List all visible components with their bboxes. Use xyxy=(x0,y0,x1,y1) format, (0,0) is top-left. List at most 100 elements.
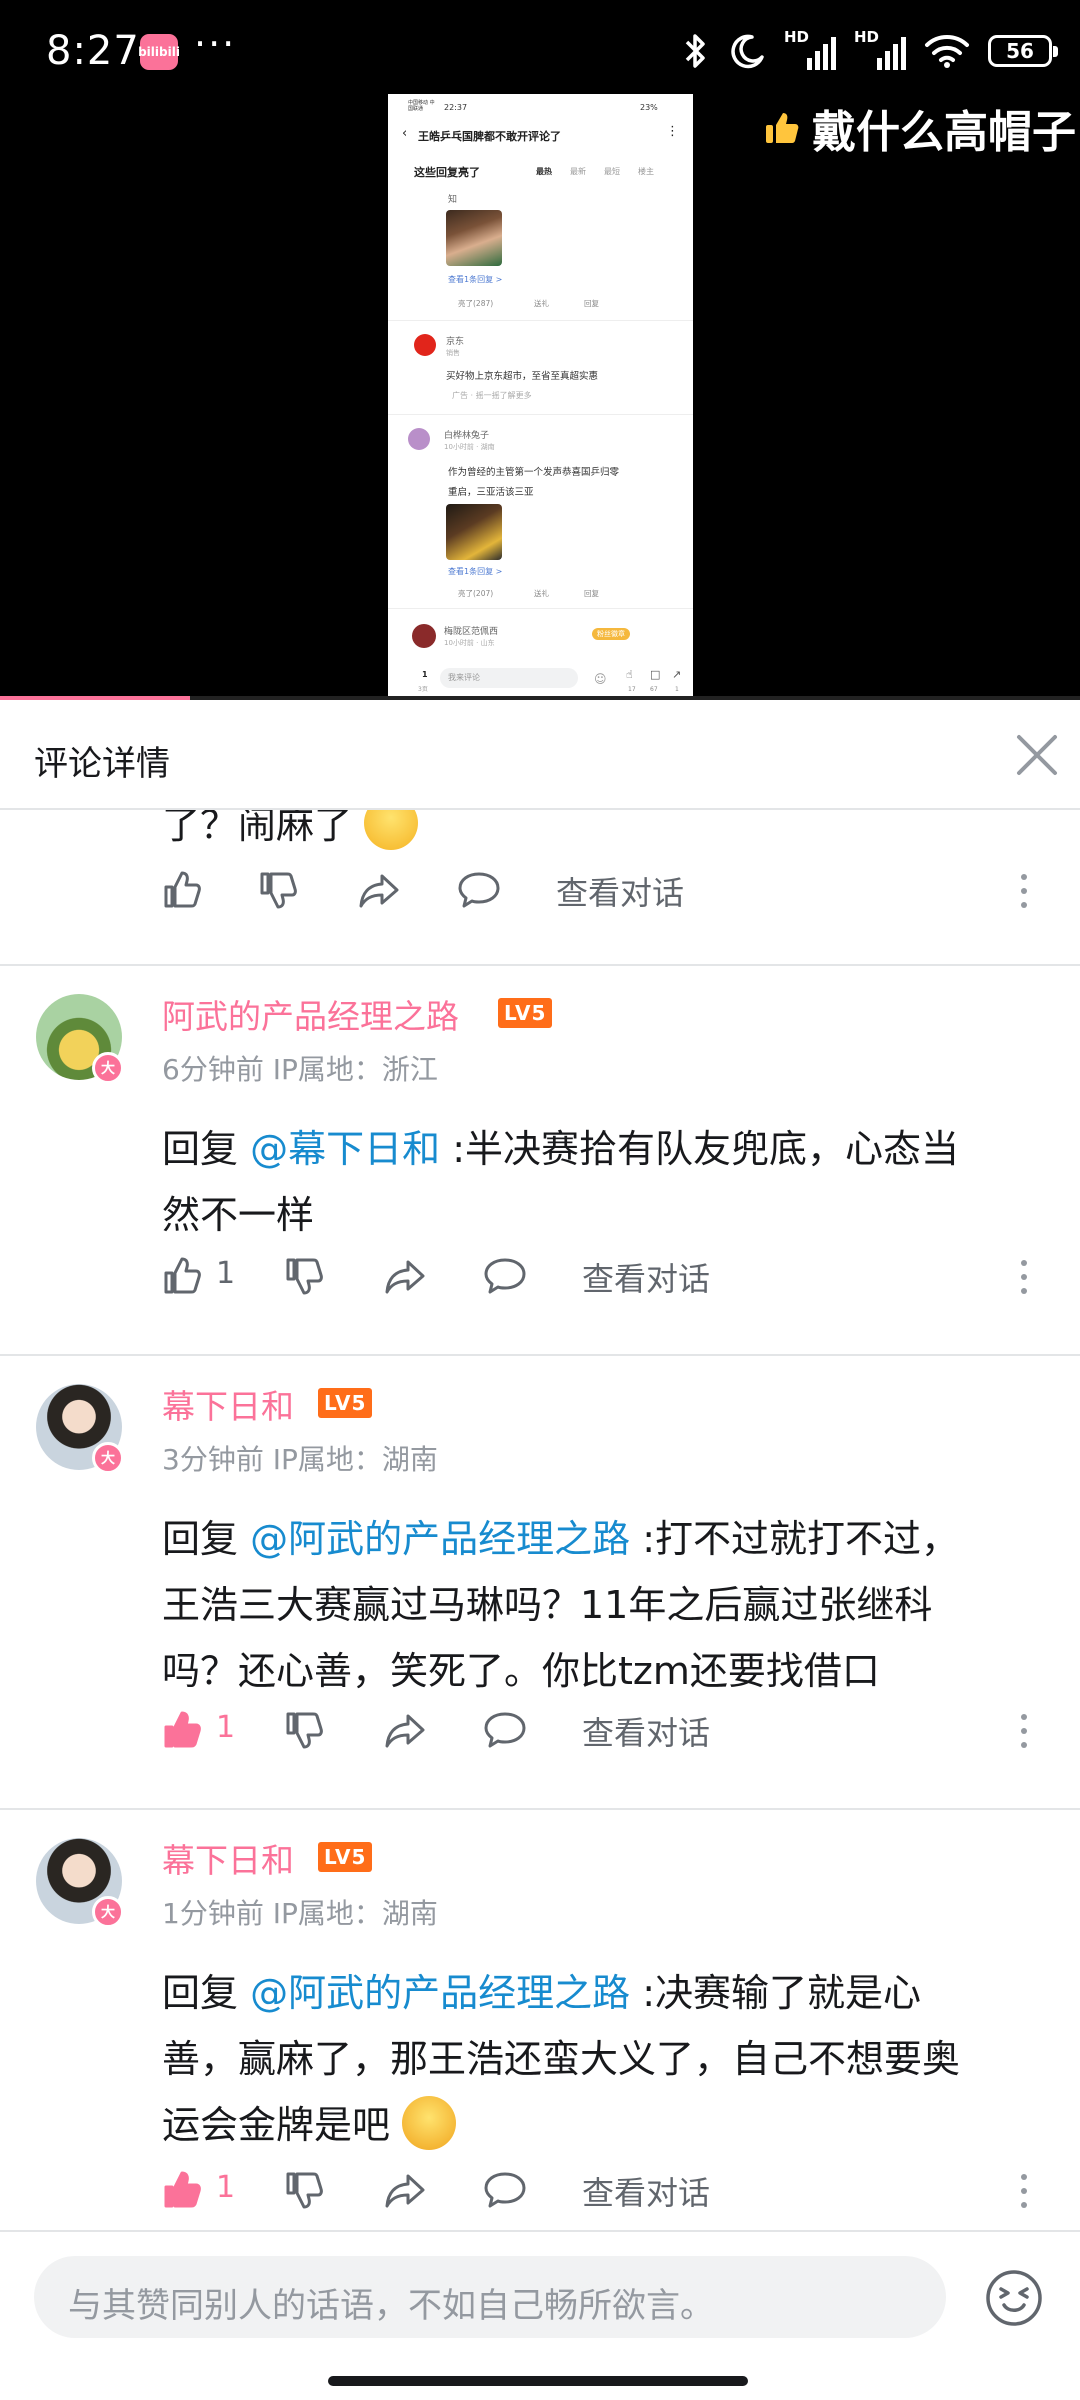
like-button[interactable] xyxy=(160,2160,204,2220)
wifi-icon xyxy=(925,35,969,68)
vf-ad-avatar xyxy=(414,334,436,356)
share-arrow-icon xyxy=(385,1260,425,1294)
mention-link[interactable]: @幕下日和 xyxy=(250,1127,440,1171)
vf-c2-avatar xyxy=(408,428,430,450)
comment-meta: 6分钟前 IP属地：浙江 xyxy=(162,1053,438,1086)
share-button[interactable] xyxy=(382,1700,428,1760)
vf-section-title: 这些回复亮了 xyxy=(414,166,480,179)
share-button[interactable] xyxy=(382,1246,428,1306)
view-conversation-link[interactable]: 查看对话 xyxy=(582,1254,710,1300)
video-frame: 中国移动 中国联通 22:37 23% ‹ 王皓乒乓国脾都不敢开评论了 ⋮ 这些… xyxy=(388,94,693,700)
comment-actions: 1 查看对话 xyxy=(0,1700,1080,1760)
status-bar: 8:27 bilibili ··· HD HD 56 xyxy=(0,0,1080,100)
level-badge: LV5 xyxy=(498,998,553,1028)
reply-button[interactable] xyxy=(456,860,502,920)
vf-like-count: 17 xyxy=(628,686,636,693)
share-button[interactable] xyxy=(356,860,402,920)
panel-title: 评论详情 xyxy=(34,744,170,784)
vf-emoji-icon: ☺ xyxy=(594,672,607,686)
vf-comment-count: 67 xyxy=(650,686,658,693)
grin-emoji-icon xyxy=(364,810,419,850)
share-arrow-icon xyxy=(385,2174,425,2208)
vf-like-icon: ☝ xyxy=(626,668,633,681)
signal-icon-1: HD xyxy=(784,28,836,70)
more-options-icon[interactable] xyxy=(1014,2164,1034,2216)
vf-tab: 楼主 xyxy=(638,167,654,176)
like-button[interactable] xyxy=(160,1700,204,1760)
comment-list[interactable]: 了？闹麻了 查看对话 大 阿武的产品经理之路 LV5 6分钟前 IP属地：浙江 … xyxy=(0,810,1080,2230)
vf-c2-reply: 回复 xyxy=(584,589,599,598)
share-arrow-icon xyxy=(359,874,399,908)
thumbs-down-outline-icon xyxy=(286,2172,323,2209)
view-conversation-link[interactable]: 查看对话 xyxy=(582,2168,710,2214)
vf-c2-like: 亮了(207) xyxy=(458,589,494,598)
comment-text: 回复 @阿武的产品经理之路 :打不过就打不过， 王浩三大赛赢过马琳吗？11年之后赢… xyxy=(162,1517,959,1693)
vf-share-icon: ↗ xyxy=(672,668,682,681)
vf-c3-badge: 粉丝徽章 xyxy=(592,628,630,640)
dislike-button[interactable] xyxy=(282,1246,326,1306)
emoji-icon[interactable] xyxy=(984,2268,1044,2328)
thumbs-up-outline-icon xyxy=(164,1257,201,1294)
comment-input-bar: 与其赞同别人的话语，不如自己畅所欲言。 xyxy=(0,2230,1080,2400)
share-button[interactable] xyxy=(382,2160,428,2220)
username[interactable]: 幕下日和 xyxy=(162,1380,294,1428)
comment-bubble-icon xyxy=(484,2172,526,2208)
bluetooth-icon xyxy=(685,34,705,68)
level-badge: LV5 xyxy=(318,1388,373,1418)
danmaku-comment: 戴什么高帽子 xyxy=(762,96,1076,160)
vf-share-count: 1 xyxy=(675,686,679,693)
vf-ad-sub: 销售 xyxy=(446,349,460,357)
view-conversation-link[interactable]: 查看对话 xyxy=(556,868,684,914)
comment-input[interactable]: 与其赞同别人的话语，不如自己畅所欲言。 xyxy=(34,2256,946,2338)
partial-comment-actions: 查看对话 xyxy=(0,860,1080,920)
video-player[interactable]: 8:27 bilibili ··· HD HD 56 戴什么高帽子 中国移动 中… xyxy=(0,0,1080,700)
partial-comment-text: 了？闹麻了 xyxy=(162,810,419,850)
thumbs-down-outline-icon xyxy=(286,1712,323,1749)
thumbs-up-filled-icon xyxy=(164,2171,201,2208)
mention-link[interactable]: @阿武的产品经理之路 xyxy=(250,1517,630,1561)
comment-bubble-icon xyxy=(484,1712,526,1748)
comment-meta: 1分钟前 IP属地：湖南 xyxy=(162,1897,438,1930)
reply-button[interactable] xyxy=(482,1700,528,1760)
vf-tab: 最短 xyxy=(604,167,620,176)
vf-ad-name: 京东 xyxy=(446,337,465,347)
tongue-emoji-icon xyxy=(402,2096,457,2150)
reply-button[interactable] xyxy=(482,1246,528,1306)
more-options-icon[interactable] xyxy=(1014,1704,1034,1756)
comment-bubble-icon xyxy=(484,1258,526,1294)
dislike-button[interactable] xyxy=(282,1700,326,1760)
vf-c2-link: 查看1条回复 > xyxy=(448,567,503,576)
vf-c2-gift: 送礼 xyxy=(534,589,549,598)
vf-c2-image xyxy=(446,504,502,560)
moon-icon xyxy=(731,34,764,69)
dislike-button[interactable] xyxy=(282,2160,326,2220)
vf-c3-avatar xyxy=(412,624,436,648)
vf-c1-image xyxy=(446,210,502,266)
like-count: 1 xyxy=(216,1710,236,1745)
home-indicator[interactable] xyxy=(328,2376,748,2386)
more-options-icon[interactable] xyxy=(1014,864,1034,916)
comment-text: 回复 @幕下日和 :半决赛拾有队友兜底，心态当 然不一样 xyxy=(162,1127,959,1237)
view-conversation-link[interactable]: 查看对话 xyxy=(582,1708,710,1754)
vf-back-icon: ‹ xyxy=(402,126,408,141)
like-button[interactable] xyxy=(160,1246,204,1306)
vf-battery: 23% xyxy=(640,103,658,112)
more-options-icon[interactable] xyxy=(1014,1250,1034,1302)
vf-time: 22:37 xyxy=(444,103,468,112)
close-icon[interactable] xyxy=(1010,728,1064,782)
like-button[interactable] xyxy=(160,860,204,920)
status-more-icon: ··· xyxy=(194,22,237,66)
vf-carrier: 中国移动 中国联通 xyxy=(408,100,435,112)
comment-meta: 3分钟前 IP属地：湖南 xyxy=(162,1443,438,1476)
dislike-button[interactable] xyxy=(256,860,300,920)
username[interactable]: 幕下日和 xyxy=(162,1834,294,1882)
comment-panel-header: 评论详情 xyxy=(0,700,1080,810)
battery-icon: 56 xyxy=(988,35,1058,67)
vf-c1-gift: 送礼 xyxy=(534,299,549,308)
mention-link[interactable]: @阿武的产品经理之路 xyxy=(250,1971,630,2015)
username[interactable]: 阿武的产品经理之路 xyxy=(162,990,459,1038)
thumbs-up-filled-icon xyxy=(164,1711,201,1748)
reply-button[interactable] xyxy=(482,2160,528,2220)
bilibili-app-icon: bilibili xyxy=(138,34,180,70)
comment-text: 回复 @阿武的产品经理之路 :决赛输了就是心 善，赢麻了，那王浩还蛮大义了，自己不… xyxy=(162,1960,1022,2158)
